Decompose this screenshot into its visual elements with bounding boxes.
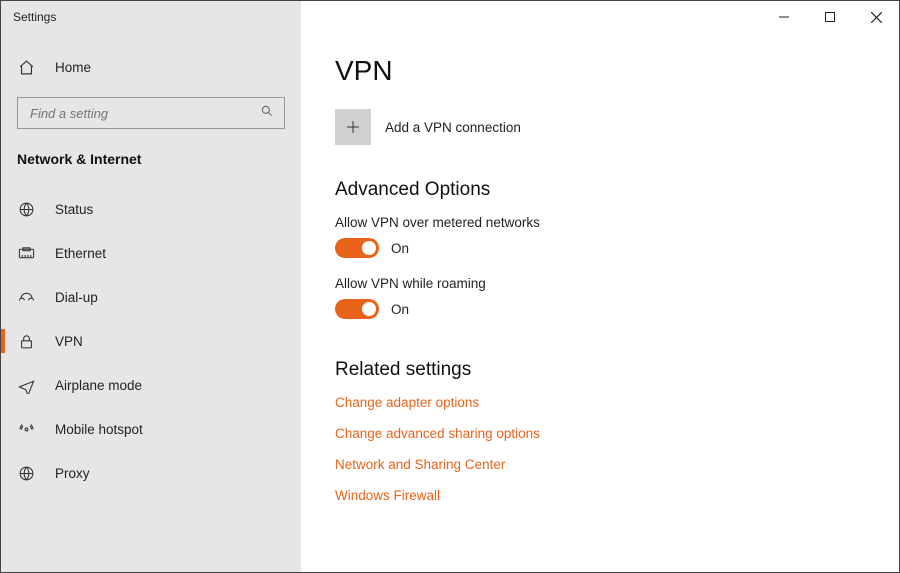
- advanced-options-heading: Advanced Options: [335, 179, 899, 201]
- sidebar-item-label: Status: [55, 202, 93, 217]
- sidebar-item-hotspot[interactable]: Mobile hotspot: [1, 407, 301, 451]
- close-button[interactable]: [853, 1, 899, 33]
- page-title: VPN: [335, 55, 899, 87]
- sidebar-item-dialup[interactable]: Dial-up: [1, 275, 301, 319]
- settings-window: Settings Home: [0, 0, 900, 573]
- roaming-label: Allow VPN while roaming: [335, 276, 899, 291]
- maximize-button[interactable]: [807, 1, 853, 33]
- add-vpn-button[interactable]: Add a VPN connection: [335, 109, 899, 145]
- metered-toggle[interactable]: [335, 238, 379, 258]
- minimize-icon: [779, 12, 789, 22]
- sidebar-item-proxy[interactable]: Proxy: [1, 451, 301, 495]
- window-title-text: Settings: [13, 10, 56, 24]
- related-heading: Related settings: [335, 359, 899, 381]
- toggle-thumb: [362, 302, 376, 316]
- category-title: Network & Internet: [1, 129, 301, 177]
- main-pane: VPN Add a VPN connection Advanced Option…: [301, 33, 899, 572]
- window-controls: [301, 1, 899, 33]
- airplane-icon: [17, 376, 35, 394]
- search-icon: [260, 104, 274, 123]
- related-settings: Related settings Change adapter options …: [335, 359, 899, 503]
- maximize-icon: [825, 12, 835, 22]
- sidebar-item-label: Ethernet: [55, 246, 106, 261]
- home-label: Home: [55, 60, 91, 75]
- dialup-icon: [17, 288, 35, 306]
- sidebar-item-label: Proxy: [55, 466, 90, 481]
- plus-icon: [335, 109, 371, 145]
- status-icon: [17, 200, 35, 218]
- sidebar-item-ethernet[interactable]: Ethernet: [1, 231, 301, 275]
- window-title: Settings: [1, 1, 301, 33]
- sidebar-nav: Status Ethernet Dial-up: [1, 187, 301, 495]
- link-network-sharing-center[interactable]: Network and Sharing Center: [335, 457, 899, 472]
- vpn-icon: [17, 332, 35, 350]
- search-box[interactable]: [17, 97, 285, 129]
- roaming-state: On: [391, 302, 409, 317]
- titlebar: Settings: [1, 1, 899, 33]
- roaming-toggle[interactable]: [335, 299, 379, 319]
- content: Home Network & Internet Status: [1, 33, 899, 572]
- close-icon: [871, 12, 882, 23]
- proxy-icon: [17, 464, 35, 482]
- sidebar-item-vpn[interactable]: VPN: [1, 319, 301, 363]
- metered-state: On: [391, 241, 409, 256]
- toggle-thumb: [362, 241, 376, 255]
- link-adapter-options[interactable]: Change adapter options: [335, 395, 899, 410]
- sidebar-item-airplane[interactable]: Airplane mode: [1, 363, 301, 407]
- link-advanced-sharing[interactable]: Change advanced sharing options: [335, 426, 899, 441]
- sidebar: Home Network & Internet Status: [1, 33, 301, 572]
- minimize-button[interactable]: [761, 1, 807, 33]
- search-input[interactable]: [28, 105, 260, 122]
- home-nav[interactable]: Home: [1, 45, 301, 89]
- sidebar-item-label: Dial-up: [55, 290, 98, 305]
- sidebar-item-label: Airplane mode: [55, 378, 142, 393]
- sidebar-item-label: VPN: [55, 334, 83, 349]
- add-vpn-label: Add a VPN connection: [385, 120, 521, 135]
- metered-label: Allow VPN over metered networks: [335, 215, 899, 230]
- roaming-toggle-row: On: [335, 299, 899, 319]
- sidebar-item-status[interactable]: Status: [1, 187, 301, 231]
- hotspot-icon: [17, 420, 35, 438]
- home-icon: [17, 58, 35, 76]
- link-windows-firewall[interactable]: Windows Firewall: [335, 488, 899, 503]
- ethernet-icon: [17, 244, 35, 262]
- sidebar-item-label: Mobile hotspot: [55, 422, 143, 437]
- metered-toggle-row: On: [335, 238, 899, 258]
